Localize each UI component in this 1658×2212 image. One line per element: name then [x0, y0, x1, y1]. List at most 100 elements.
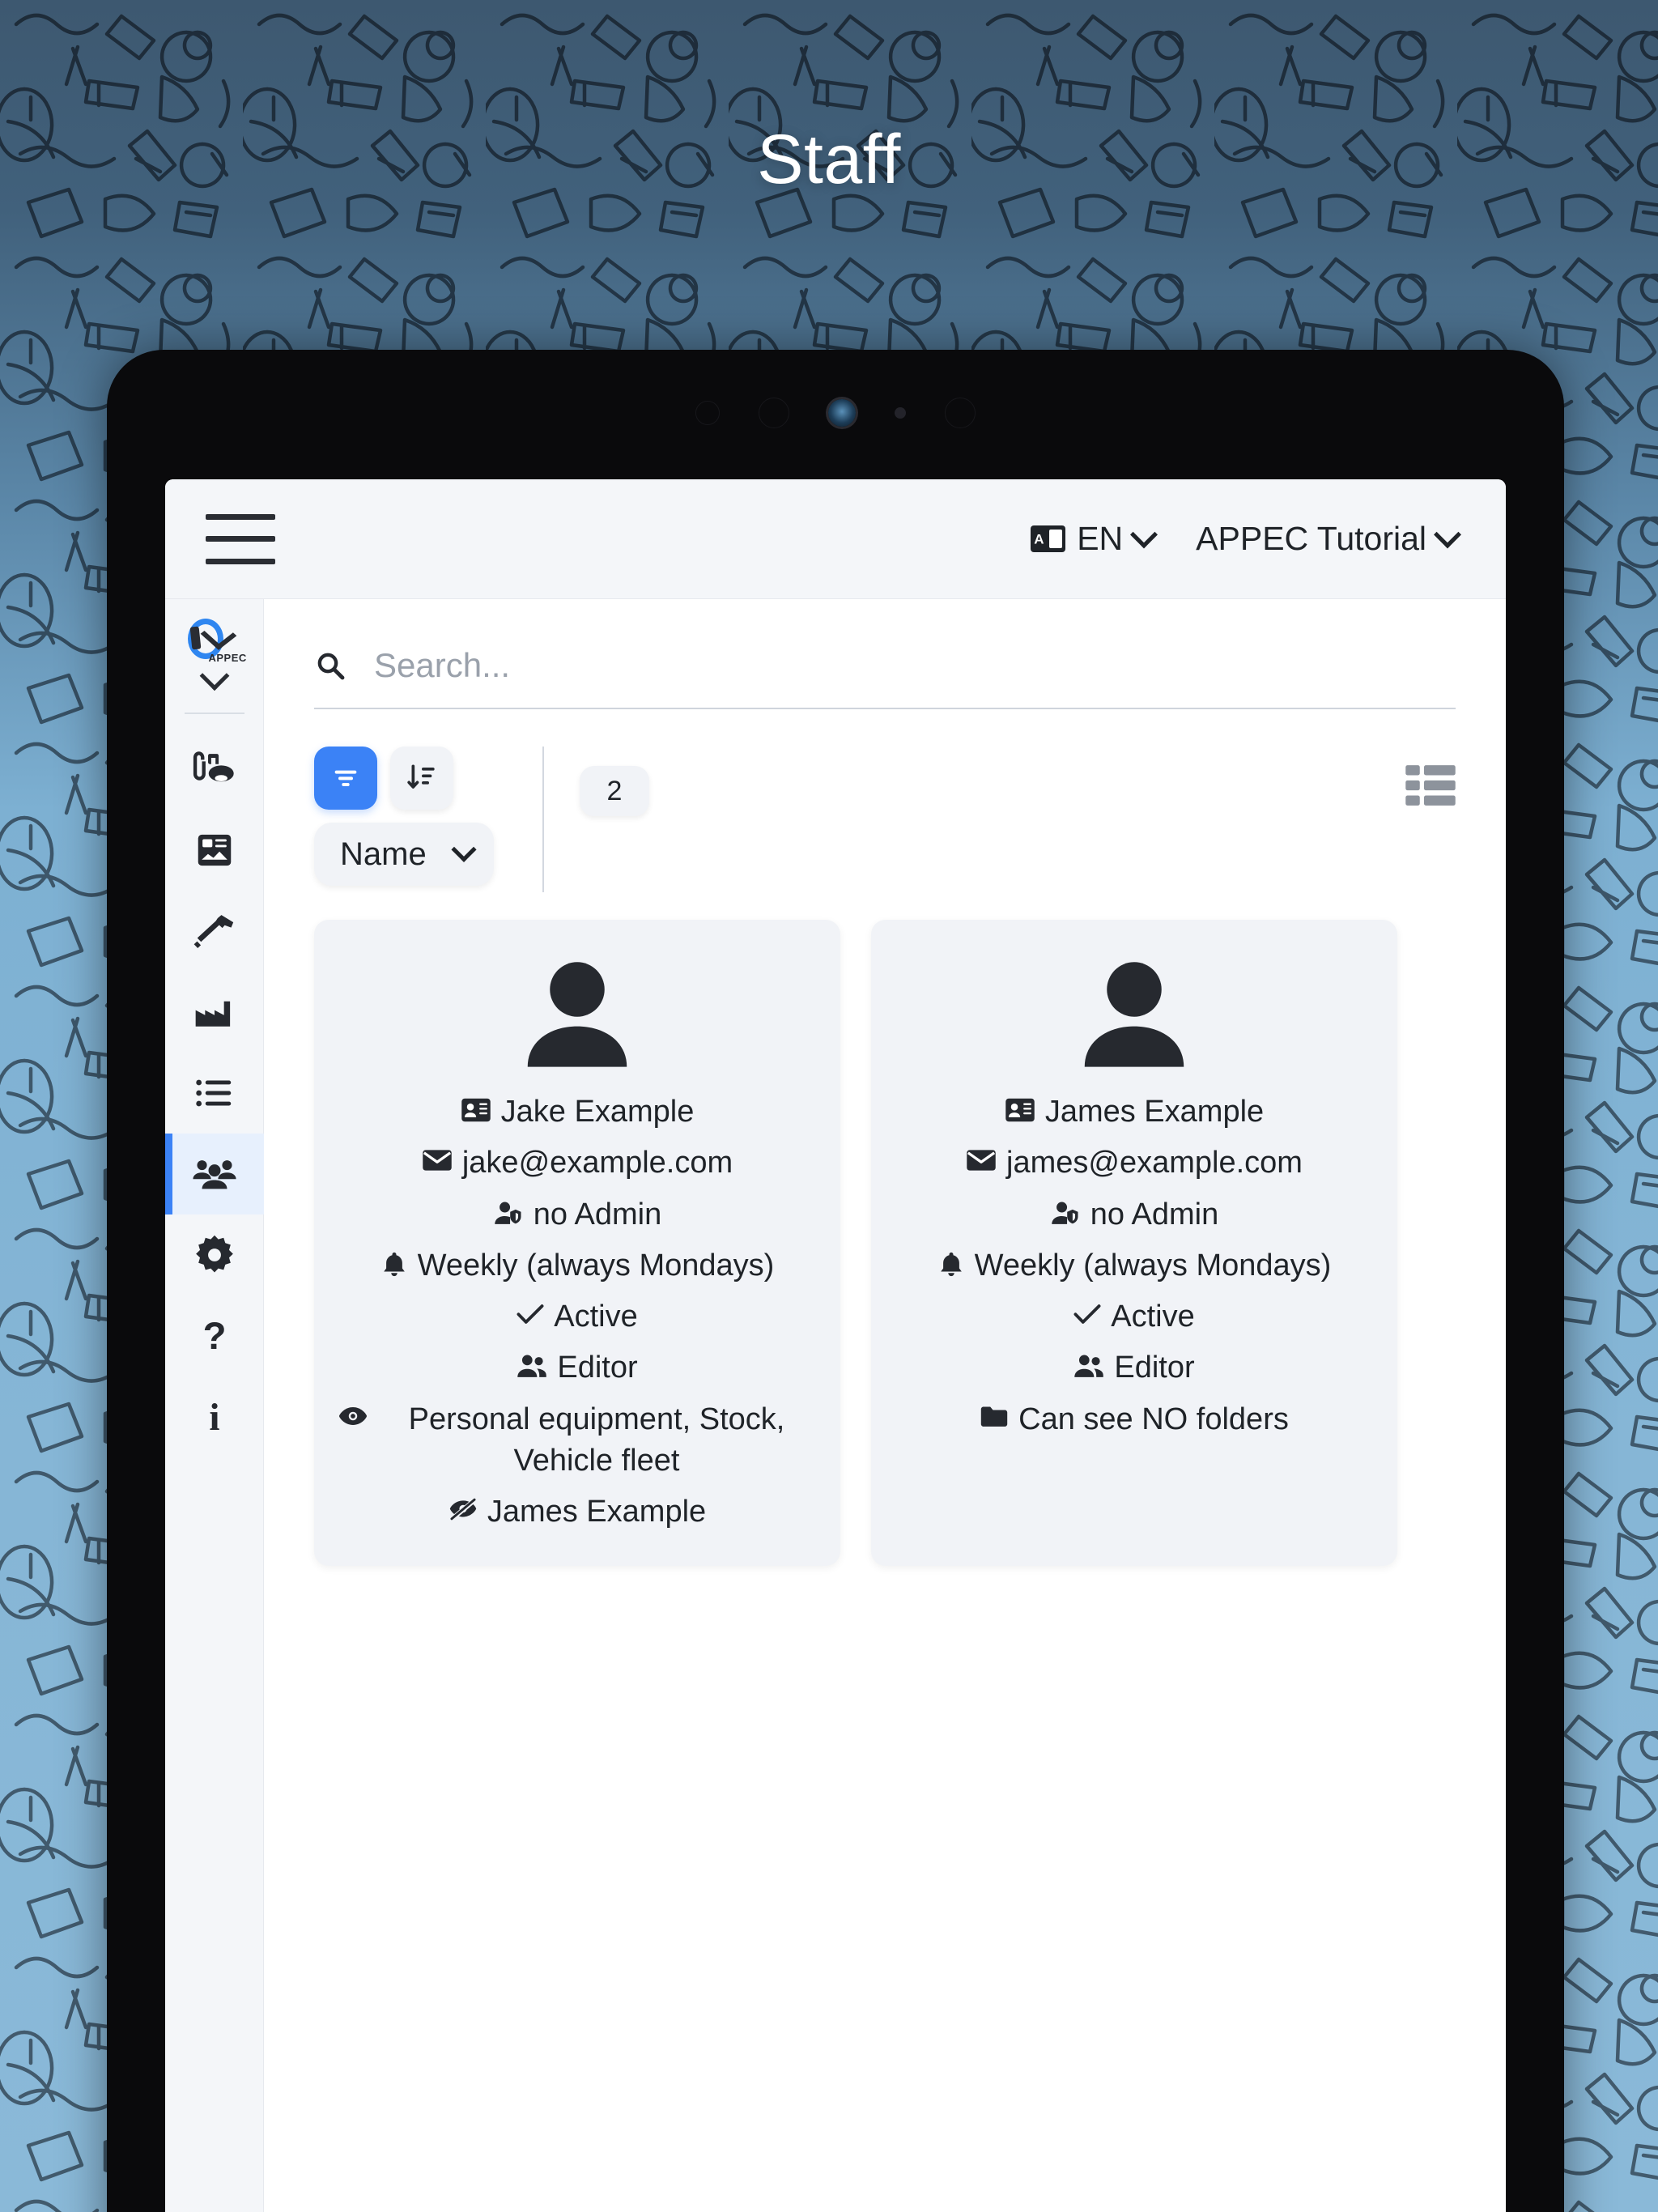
card-name-line: Jake Example	[338, 1091, 816, 1133]
bezel-sensor-2	[759, 398, 789, 428]
sidebar-item-info[interactable]: i	[165, 1376, 264, 1457]
person-shield-icon	[1051, 1202, 1078, 1224]
person-shield-icon	[494, 1202, 521, 1224]
card-role: Editor	[1114, 1351, 1195, 1385]
app-topbar: EN APPEC Tutorial	[165, 479, 1506, 599]
bell-icon	[383, 1252, 405, 1276]
sidebar-item-lists[interactable]	[165, 1053, 264, 1134]
chevron-down-icon	[199, 661, 229, 691]
question-mark-help-icon: ?	[202, 1315, 226, 1358]
sidebar-item-staff[interactable]	[165, 1134, 264, 1214]
factory-industry-icon	[195, 1001, 230, 1027]
card-hidden-line: James Example	[338, 1491, 816, 1533]
bell-icon	[940, 1252, 962, 1276]
list-view-toggle-button[interactable]	[1405, 764, 1456, 810]
sort-button[interactable]	[390, 747, 453, 810]
page-title: Staff	[757, 121, 901, 198]
sidebar-item-tools[interactable]	[165, 891, 264, 972]
card-hidden: James Example	[487, 1495, 707, 1529]
account-label: APPEC Tutorial	[1196, 520, 1426, 557]
svg-text:i: i	[209, 1397, 219, 1439]
main-content: Name 2	[264, 599, 1506, 2212]
card-notification: Weekly (always Mondays)	[417, 1248, 775, 1283]
sidebar-divider	[184, 713, 244, 714]
staff-card[interactable]: James Example james@example.com no Admin…	[871, 920, 1397, 1566]
bezel-sensor-4	[945, 398, 976, 428]
card-visibility: Personal equipment, Stock, Vehicle fleet	[408, 1402, 785, 1478]
toolbar-button-row	[314, 747, 523, 810]
list-icon	[195, 1079, 231, 1107]
card-status: Active	[1111, 1300, 1195, 1334]
chevron-down-icon	[1130, 520, 1158, 548]
id-badge-icon	[1005, 1098, 1035, 1122]
card-folders: Can see NO folders	[1018, 1402, 1289, 1436]
card-status: Active	[554, 1300, 638, 1334]
list-view-icon	[1405, 765, 1456, 806]
info-icon: i	[209, 1397, 219, 1439]
card-name-line: James Example	[895, 1091, 1373, 1133]
card-admin-line: no Admin	[338, 1194, 816, 1236]
card-email: james@example.com	[1006, 1146, 1303, 1180]
bezel-sensor-3	[895, 407, 906, 419]
sidebar-item-equipment[interactable]	[165, 729, 264, 810]
people-icon	[1074, 1355, 1104, 1378]
id-badge-icon	[461, 1098, 491, 1122]
card-admin: no Admin	[533, 1197, 662, 1231]
tablet-bezel-sensors	[107, 389, 1564, 437]
search-icon[interactable]	[314, 649, 346, 682]
card-folders-line: Can see NO folders	[895, 1399, 1373, 1440]
card-status-line: Active	[338, 1296, 816, 1338]
brand-logo-button[interactable]: APPEC	[185, 617, 246, 691]
sidebar-item-sites[interactable]	[165, 972, 264, 1053]
gear-settings-icon	[195, 1235, 233, 1273]
account-selector[interactable]: APPEC Tutorial	[1196, 520, 1461, 558]
card-notification-line: Weekly (always Mondays)	[338, 1245, 816, 1287]
check-icon	[1073, 1304, 1101, 1325]
filter-icon	[334, 770, 357, 786]
card-status-line: Active	[895, 1296, 1373, 1338]
bezel-sensor-1	[695, 401, 720, 425]
envelope-icon	[967, 1150, 996, 1171]
card-name: Jake Example	[500, 1095, 695, 1129]
translate-icon	[1031, 525, 1066, 552]
toolbar-left-group: Name	[314, 747, 523, 886]
card-name: James Example	[1044, 1095, 1265, 1129]
eye-icon	[338, 1406, 368, 1425]
sort-field-select[interactable]: Name	[314, 823, 494, 886]
card-notification: Weekly (always Mondays)	[974, 1248, 1332, 1283]
language-label: EN	[1077, 520, 1124, 557]
sidebar-item-help[interactable]: ?	[165, 1295, 264, 1376]
check-icon	[517, 1304, 544, 1325]
card-email-line: jake@example.com	[338, 1142, 816, 1184]
carabiner-logo-icon: APPEC	[185, 617, 246, 664]
language-selector[interactable]: EN	[1031, 520, 1158, 558]
app-screen: EN APPEC Tutorial	[165, 479, 1506, 2212]
sort-field-label: Name	[340, 836, 427, 872]
chevron-down-icon	[1434, 520, 1461, 548]
card-role-line: Editor	[338, 1347, 816, 1389]
svg-text:?: ?	[202, 1315, 226, 1358]
sidebar-item-documents[interactable]	[165, 810, 264, 891]
card-role-line: Editor	[895, 1347, 1373, 1389]
filter-button[interactable]	[314, 747, 377, 810]
filter-toolbar: Name 2	[314, 747, 1456, 892]
result-count-badge: 2	[580, 766, 649, 816]
sidebar-item-settings[interactable]	[165, 1214, 264, 1295]
card-admin: no Admin	[1090, 1197, 1219, 1231]
people-icon	[517, 1355, 547, 1378]
toolbar-divider	[542, 747, 544, 892]
tablet-device-frame: EN APPEC Tutorial	[107, 350, 1564, 2212]
people-group-icon	[192, 1160, 236, 1189]
folder-icon	[980, 1406, 1008, 1427]
document-report-icon	[198, 834, 231, 866]
hamburger-menu-icon[interactable]	[206, 513, 275, 564]
chevron-down-icon	[451, 836, 477, 862]
card-notification-line: Weekly (always Mondays)	[895, 1245, 1373, 1287]
eye-slash-icon	[449, 1498, 477, 1521]
search-input[interactable]	[374, 643, 1456, 688]
front-camera-icon	[828, 399, 856, 427]
equipment-carabiner-helmet-icon	[193, 751, 234, 782]
card-email: jake@example.com	[461, 1146, 733, 1180]
staff-card[interactable]: Jake Example jake@example.com no Admin W…	[314, 920, 840, 1566]
topbar-right-group: EN APPEC Tutorial	[1031, 520, 1461, 558]
